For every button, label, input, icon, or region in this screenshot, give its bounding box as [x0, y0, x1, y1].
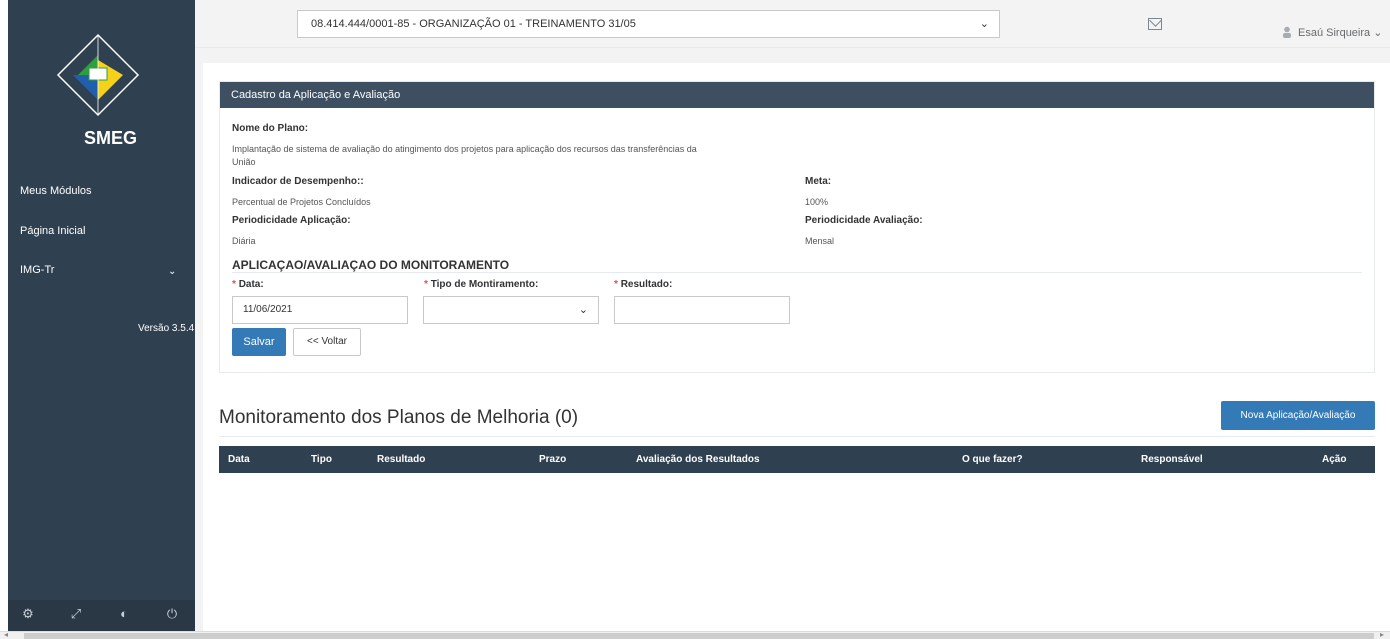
tipo-label: * Tipo de Montiramento: [424, 279, 539, 290]
power-icon[interactable]: ⏻ [164, 606, 180, 622]
indicador-label: Indicador de Desempenho:: [232, 176, 364, 187]
new-application-button[interactable]: Nova Aplicação/Avaliação [1221, 401, 1375, 430]
scrollbar-thumb[interactable] [24, 633, 1374, 639]
chevron-down-icon: ⌄ [578, 304, 588, 316]
scroll-left-icon[interactable]: ◂ [4, 630, 8, 639]
sidebar: SMEG Meus Módulos Página Inicial IMG-Tr … [8, 0, 195, 631]
chevron-down-icon[interactable]: ⌄ [168, 266, 176, 277]
column-header-prazo[interactable]: Prazo [539, 446, 566, 473]
required-mark: * [614, 279, 618, 290]
monitoring-divider [219, 436, 1375, 437]
sidebar-footer: ⚙ ⤢ ◐ ⏻ [8, 600, 195, 631]
gear-icon[interactable]: ⚙ [20, 606, 36, 622]
periodicidade-avaliacao-label: Periodicidade Avaliação: [805, 215, 923, 226]
tipo-monitoramento-select[interactable]: ⌄ [423, 296, 599, 324]
sidebar-item-meus-modulos[interactable]: Meus Módulos [20, 185, 92, 197]
nome-plano-value-line1: Implantação de sistema de avaliação do a… [232, 144, 697, 154]
scroll-right-icon[interactable]: ▸ [1380, 630, 1384, 639]
expand-icon[interactable]: ⤢ [68, 606, 84, 622]
brand-name: SMEG [83, 128, 137, 148]
column-header-resultado[interactable]: Resultado [377, 446, 425, 473]
section-divider [232, 272, 1362, 273]
column-header-acao[interactable]: Ação [1322, 446, 1346, 473]
panel-title: Cadastro da Aplicação e Avaliação [220, 82, 1374, 108]
periodicidade-aplicacao-label: Periodicidade Aplicação: [232, 215, 351, 226]
user-icon[interactable] [1282, 26, 1292, 38]
organization-select[interactable]: 08.414.444/0001-85 - ORGANIZAÇÃO 01 - TR… [297, 10, 1000, 38]
sidebar-item-pagina-inicial[interactable]: Página Inicial [20, 225, 85, 237]
meta-label: Meta: [805, 176, 832, 187]
required-mark: * [232, 279, 236, 290]
data-field[interactable]: 11/06/2021 [232, 296, 408, 324]
horizontal-scrollbar[interactable]: ◂ ▸ [0, 630, 1390, 639]
registration-panel: Cadastro da Aplicação e Avaliação Nome d… [219, 81, 1375, 373]
column-header-data[interactable]: Data [228, 446, 250, 473]
user-menu[interactable]: Esaú Sirqueira ⌄ [1298, 26, 1382, 39]
monitoring-table-header: Data Tipo Resultado Prazo Avaliação dos … [219, 446, 1375, 473]
window-left-edge [0, 0, 8, 639]
data-label: * Data: [232, 279, 264, 290]
section-title: APLICAÇAO/AVALIAÇAO DO MONITORAMENTO [232, 258, 510, 272]
save-button[interactable]: Salvar [232, 328, 286, 356]
hide-icon[interactable]: ◐ [116, 606, 132, 622]
version-label: Versão 3.5.4 [138, 323, 195, 334]
column-header-avaliacao[interactable]: Avaliação dos Resultados [636, 446, 760, 473]
organization-select-value: 08.414.444/0001-85 - ORGANIZAÇÃO 01 - TR… [311, 18, 636, 30]
monitoring-title: Monitoramento dos Planos de Melhoria (0) [219, 407, 579, 428]
top-bar: 08.414.444/0001-85 - ORGANIZAÇÃO 01 - TR… [195, 0, 1390, 48]
sidebar-item-img-tr[interactable]: IMG-Tr [20, 264, 54, 276]
user-name: Esaú Sirqueira [1298, 27, 1371, 39]
back-button[interactable]: << Voltar [293, 328, 361, 356]
resultado-field[interactable] [614, 296, 790, 324]
periodicidade-aplicacao-value: Diária [232, 236, 256, 246]
meta-value: 100% [805, 197, 829, 207]
required-mark: * [424, 279, 428, 290]
nome-plano-label: Nome do Plano: [232, 123, 309, 134]
column-header-responsavel[interactable]: Responsável [1141, 446, 1203, 473]
indicador-value: Percentual de Projetos Concluídos [232, 197, 371, 207]
column-header-tipo[interactable]: Tipo [311, 446, 332, 473]
periodicidade-avaliacao-value: Mensal [805, 236, 835, 246]
chevron-down-icon: ⌄ [979, 18, 989, 30]
nome-plano-value-line2: União [232, 157, 256, 167]
resultado-label: * Resultado: [614, 279, 673, 290]
mail-icon[interactable] [1148, 18, 1162, 30]
column-header-o-que-fazer[interactable]: O que fazer? [962, 446, 1023, 473]
smeg-logo [56, 33, 140, 117]
